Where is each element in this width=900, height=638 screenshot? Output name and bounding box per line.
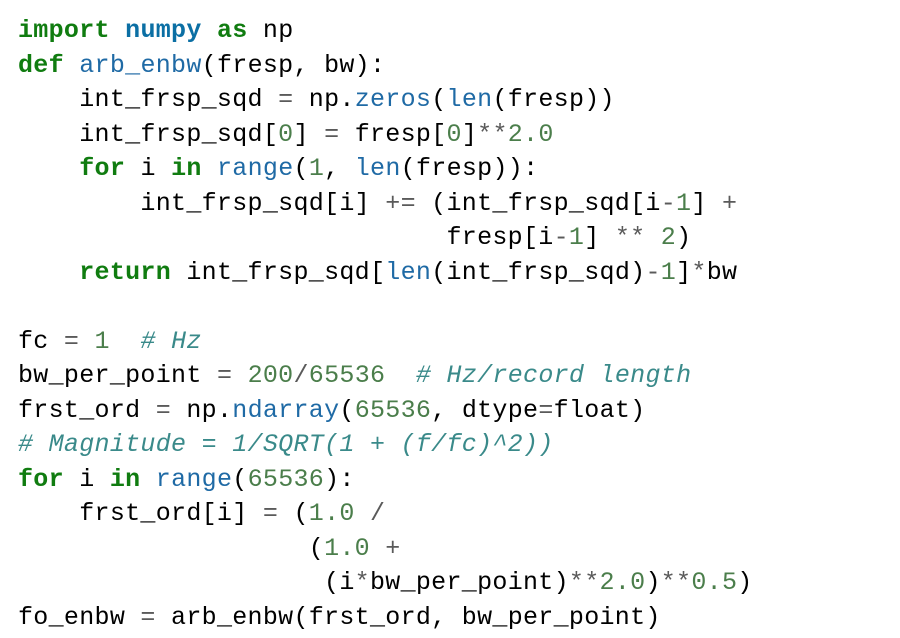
- code-line: int_frsp_sqd[0] = fresp[0]**2.0: [18, 120, 554, 149]
- comment: # Hz/record length: [416, 361, 691, 390]
- code-line: bw_per_point = 200/65536 # Hz/record len…: [18, 361, 691, 390]
- params: (fresp, bw):: [202, 51, 386, 80]
- comment: # Hz: [140, 327, 201, 356]
- code-line: def arb_enbw(fresp, bw):: [18, 51, 385, 80]
- code-line: fc = 1 # Hz: [18, 327, 202, 356]
- comment: # Magnitude = 1/SQRT(1 + (f/fc)^2)): [18, 430, 554, 459]
- code-line: int_frsp_sqd = np.zeros(len(fresp)): [18, 85, 615, 114]
- code-line: (1.0 +: [18, 534, 401, 563]
- code-line: # Magnitude = 1/SQRT(1 + (f/fc)^2)): [18, 430, 554, 459]
- python-code-block: import numpy as np def arb_enbw(fresp, b…: [0, 0, 900, 638]
- code-line: (i*bw_per_point)**2.0)**0.5): [18, 568, 753, 597]
- code-line: fresp[i-1] ** 2): [18, 223, 691, 252]
- code-line: int_frsp_sqd[i] += (int_frsp_sqd[i-1] +: [18, 189, 737, 218]
- code-line: for i in range(1, len(fresp)):: [18, 154, 538, 183]
- code-line: for i in range(65536):: [18, 465, 355, 494]
- alias-np: np: [263, 16, 294, 45]
- module-numpy: numpy: [125, 16, 202, 45]
- keyword-as: as: [217, 16, 248, 45]
- code-line: fo_enbw = arb_enbw(frst_ord, bw_per_poin…: [18, 603, 661, 632]
- keyword-import: import: [18, 16, 110, 45]
- code-line: frst_ord = np.ndarray(65536, dtype=float…: [18, 396, 645, 425]
- code-line: import numpy as np: [18, 16, 294, 45]
- code-line: frst_ord[i] = (1.0 /: [18, 499, 385, 528]
- keyword-def: def: [18, 51, 64, 80]
- funcname-arb-enbw: arb_enbw: [79, 51, 201, 80]
- code-line: return int_frsp_sqd[len(int_frsp_sqd)-1]…: [18, 258, 737, 287]
